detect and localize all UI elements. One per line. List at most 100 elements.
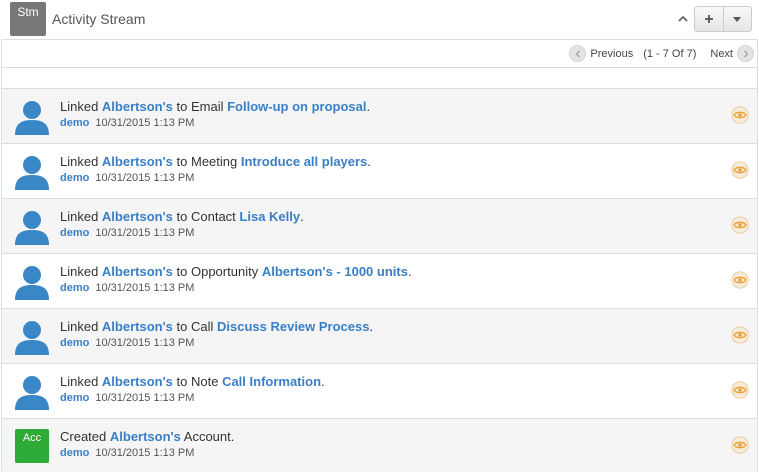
activity-timestamp: 10/31/2015 1:13 PM bbox=[95, 227, 195, 239]
activity-row: Linked Albertson's to Note Call Informat… bbox=[2, 364, 757, 419]
view-details-button[interactable] bbox=[731, 436, 749, 454]
add-button[interactable] bbox=[695, 7, 723, 31]
activity-row: Acc Created Albertson's Account. demo 10/31… bbox=[2, 419, 757, 472]
activity-entity-link[interactable]: Albertson's bbox=[102, 209, 173, 224]
activity-entity-link[interactable]: Albertson's bbox=[102, 99, 173, 114]
activity-user-link[interactable]: demo bbox=[60, 172, 89, 184]
user-avatar bbox=[14, 319, 50, 355]
plus-icon bbox=[704, 15, 713, 23]
activity-row: Linked Albertson's to Opportunity Albert… bbox=[2, 254, 757, 309]
activity-middle: to Contact bbox=[172, 209, 240, 224]
next-page-button[interactable] bbox=[737, 45, 754, 62]
activity-suffix: . bbox=[321, 374, 325, 389]
eye-icon bbox=[731, 161, 749, 179]
activity-middle: to Meeting bbox=[172, 154, 241, 169]
activity-row: Linked Albertson's to Meeting Introduce … bbox=[2, 144, 757, 199]
user-avatar bbox=[14, 374, 50, 410]
eye-icon bbox=[731, 381, 749, 399]
activity-target-link[interactable]: Follow-up on proposal bbox=[227, 99, 366, 114]
activity-message: Created Albertson's Account. bbox=[60, 429, 234, 444]
activity-user-link[interactable]: demo bbox=[60, 337, 89, 349]
activity-user-link[interactable]: demo bbox=[60, 282, 89, 294]
activity-timestamp: 10/31/2015 1:13 PM bbox=[95, 392, 195, 404]
activity-timestamp: 10/31/2015 1:13 PM bbox=[95, 282, 195, 294]
collapse-button[interactable] bbox=[673, 8, 693, 30]
activity-suffix: . bbox=[367, 154, 371, 169]
activity-suffix: . bbox=[366, 99, 371, 114]
account-badge: Acc bbox=[15, 429, 49, 463]
dashlet-header: Stm Activity Stream bbox=[0, 0, 759, 39]
activity-message: Linked Albertson's to Email Follow-up on… bbox=[60, 99, 370, 114]
activity-timestamp: 10/31/2015 1:13 PM bbox=[95, 337, 195, 349]
activity-prefix: Linked bbox=[60, 154, 102, 169]
view-details-button[interactable] bbox=[731, 161, 749, 179]
activity-middle: to Call bbox=[172, 319, 217, 334]
page-range: (1 - 7 Of 7) bbox=[643, 47, 697, 60]
activity-entity-link[interactable]: Albertson's bbox=[102, 374, 173, 389]
activity-target-link[interactable]: Discuss Review Process bbox=[217, 319, 369, 334]
activity-suffix: . bbox=[369, 319, 374, 334]
activity-entity-link[interactable]: Albertson's bbox=[110, 429, 181, 444]
activity-middle: to Opportunity bbox=[172, 264, 262, 279]
activity-target-link[interactable]: Call Information bbox=[222, 374, 321, 389]
view-details-button[interactable] bbox=[731, 271, 749, 289]
activity-user-link[interactable]: demo bbox=[60, 447, 89, 459]
user-avatar-icon bbox=[15, 101, 49, 135]
user-avatar bbox=[14, 99, 50, 135]
user-avatar-icon bbox=[15, 156, 49, 190]
activity-target-link[interactable]: Introduce all players bbox=[241, 154, 367, 169]
activity-user-link[interactable]: demo bbox=[60, 227, 89, 239]
activity-meta: demo 10/31/2015 1:13 PM bbox=[60, 172, 194, 184]
activity-middle: to Email bbox=[172, 99, 228, 114]
previous-page-button[interactable] bbox=[569, 45, 587, 62]
activity-message: Linked Albertson's to Meeting Introduce … bbox=[60, 154, 371, 169]
dashlet-actions bbox=[694, 6, 752, 32]
activity-stream-panel: Previous (1 - 7 Of 7) Next Linked Albert… bbox=[1, 39, 758, 472]
activity-prefix: Created bbox=[60, 429, 110, 444]
stream-spacer bbox=[2, 68, 757, 89]
activity-user-link[interactable]: demo bbox=[60, 117, 89, 129]
view-details-button[interactable] bbox=[731, 381, 749, 399]
module-badge: Stm bbox=[10, 2, 46, 36]
view-details-button[interactable] bbox=[731, 326, 749, 344]
view-details-button[interactable] bbox=[731, 216, 749, 234]
activity-timestamp: 10/31/2015 1:13 PM bbox=[95, 172, 195, 184]
activity-target-link[interactable]: Albertson's - 1000 units bbox=[262, 264, 408, 279]
activity-message: Linked Albertson's to Opportunity Albert… bbox=[60, 264, 412, 279]
user-avatar-icon bbox=[15, 376, 49, 410]
activity-meta: demo 10/31/2015 1:13 PM bbox=[60, 282, 194, 294]
activity-entity-link[interactable]: Albertson's bbox=[102, 319, 173, 334]
activity-suffix: . bbox=[407, 264, 412, 279]
caret-down-icon bbox=[733, 17, 742, 22]
user-avatar bbox=[14, 154, 50, 190]
pagination: Previous (1 - 7 Of 7) Next bbox=[2, 40, 757, 68]
activity-meta: demo 10/31/2015 1:13 PM bbox=[60, 337, 194, 349]
activity-list: Linked Albertson's to Email Follow-up on… bbox=[2, 89, 757, 472]
activity-target-link[interactable]: Lisa Kelly bbox=[239, 209, 300, 224]
user-avatar-icon bbox=[15, 266, 49, 300]
eye-icon bbox=[731, 106, 749, 124]
dashlet-title: Activity Stream bbox=[52, 11, 146, 27]
activity-message: Linked Albertson's to Contact Lisa Kelly… bbox=[60, 209, 304, 224]
next-link[interactable]: Next bbox=[710, 48, 733, 60]
activity-user-link[interactable]: demo bbox=[60, 392, 89, 404]
activity-meta: demo 10/31/2015 1:13 PM bbox=[60, 392, 194, 404]
activity-entity-link[interactable]: Albertson's bbox=[102, 154, 173, 169]
activity-row: Linked Albertson's to Contact Lisa Kelly… bbox=[2, 199, 757, 254]
view-details-button[interactable] bbox=[731, 106, 749, 124]
activity-suffix: . bbox=[300, 209, 304, 224]
user-avatar bbox=[14, 209, 50, 245]
activity-middle: Account. bbox=[180, 429, 235, 444]
activity-meta: demo 10/31/2015 1:13 PM bbox=[60, 447, 194, 459]
user-avatar bbox=[14, 264, 50, 300]
eye-icon bbox=[731, 326, 749, 344]
activity-entity-link[interactable]: Albertson's bbox=[102, 264, 173, 279]
activity-timestamp: 10/31/2015 1:13 PM bbox=[95, 117, 195, 129]
previous-link[interactable]: Previous bbox=[590, 48, 633, 60]
options-dropdown-button[interactable] bbox=[722, 7, 752, 31]
chevron-up-icon bbox=[678, 15, 688, 22]
user-avatar-icon bbox=[15, 211, 49, 245]
chevron-left-icon bbox=[575, 49, 580, 58]
activity-prefix: Linked bbox=[60, 209, 102, 224]
activity-prefix: Linked bbox=[60, 264, 102, 279]
